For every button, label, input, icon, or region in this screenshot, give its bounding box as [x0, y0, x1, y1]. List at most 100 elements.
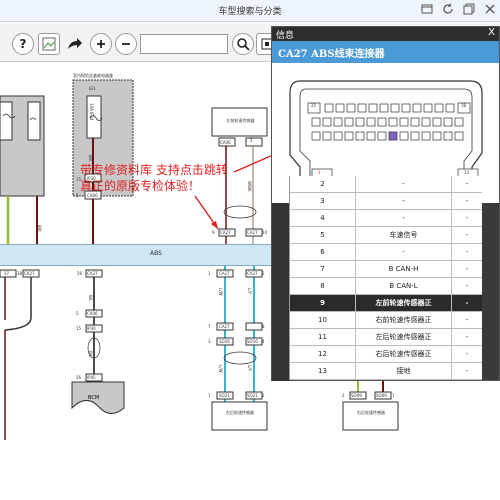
connector-so09-left: SO09 [351, 393, 362, 398]
connector-pin-1: 1 [318, 170, 321, 175]
table-row[interactable]: 7B CAN-H - [290, 261, 482, 278]
connector-cavity [399, 117, 409, 127]
fuse-id-label: IG1 [89, 86, 96, 91]
connector-cavity [443, 117, 453, 127]
wire-bk-upper: B/K [88, 155, 93, 162]
connector-cavity [445, 103, 455, 113]
table-cell-extra: - [465, 350, 469, 358]
connector-cavity [423, 103, 433, 113]
connector-cavity [377, 131, 387, 141]
zoom-in-icon[interactable] [90, 33, 112, 55]
table-row[interactable]: 12 右后轮速传感器正 - [290, 346, 482, 363]
pin-4-label: 4 [262, 339, 265, 344]
connector-cavity [333, 131, 343, 141]
wire-ly-upper: L/Y [247, 288, 252, 295]
table-cell-extra: - [465, 197, 469, 205]
zoom-out-icon[interactable] [115, 33, 137, 55]
image-icon[interactable] [38, 33, 60, 55]
wire-bk-left: B/K [37, 225, 42, 232]
connector-cavity [335, 103, 345, 113]
abs-module-band[interactable]: ABS [0, 244, 271, 266]
search-input[interactable] [140, 34, 228, 54]
search-icon[interactable] [232, 33, 254, 55]
pin-26-label: 26 [77, 271, 83, 276]
pin-1-so09: 1 [392, 393, 395, 398]
table-row[interactable]: 6-- [290, 244, 482, 261]
connector-ca27-left: CA27 [220, 230, 231, 235]
pin-5-upper: 5 [76, 193, 79, 198]
pin-15-lower: 15 [76, 326, 82, 331]
popup-title: CA27 ABS线束连接器 [272, 41, 499, 63]
table-cell-pin: 3 [290, 193, 356, 209]
wire-bl-lower: B/L [88, 351, 93, 358]
annotation-line-2: 真正的原版专检体验！ [80, 179, 201, 193]
pin-8-label: 8 [262, 324, 265, 329]
connector-cavity [368, 103, 378, 113]
pin-3-label: 3 [208, 339, 211, 344]
refresh-icon[interactable] [441, 3, 455, 17]
connector-cavity [454, 117, 464, 127]
pin-26-lower: 26 [76, 375, 82, 380]
table-cell-name: 接地 [356, 363, 452, 379]
window-titlebar: 车型搜索与分类 [0, 0, 500, 22]
connector-cavity [346, 103, 356, 113]
table-cell-name: - [356, 210, 452, 226]
table-cell-extra: - [465, 333, 469, 341]
help-icon[interactable]: ? [12, 33, 34, 55]
table-cell-pin: 12 [290, 346, 356, 362]
connector-cavity [333, 117, 343, 127]
table-cell-pin: 5 [290, 227, 356, 243]
table-row[interactable]: 5 车速信号 - [290, 227, 482, 244]
connector-cavity [399, 131, 409, 141]
connector-cavity [412, 103, 422, 113]
connector-ip45: IP45 [87, 375, 96, 380]
bcm-label: BCM [88, 395, 100, 401]
connector-pin-38: 38 [461, 103, 467, 108]
fullscreen-icon[interactable] [420, 3, 434, 17]
popup-close-icon[interactable]: X [488, 27, 495, 38]
wire-bl-upper: B/L [88, 295, 93, 302]
connector-cavity [366, 131, 376, 141]
table-cell-extra: - [465, 316, 469, 324]
close-icon[interactable] [483, 3, 497, 17]
connector-cavity [390, 103, 400, 113]
connector-so16-right: SO16 [247, 339, 258, 344]
table-cell-extra: - [465, 231, 469, 239]
connector-cavity [410, 131, 420, 141]
wire-ly-lower: L/Y [247, 365, 252, 372]
connector-ip30-lower: IP30 [87, 326, 96, 331]
connector-cavity [311, 117, 321, 127]
connector-cavity [432, 131, 442, 141]
table-cell-name: - [356, 176, 452, 192]
table-row[interactable]: 9 左前轮速传感器正 - [290, 295, 482, 312]
table-cell-pin: 4 [290, 210, 356, 226]
table-cell-extra: - [465, 248, 469, 256]
table-row[interactable]: 2-- [290, 176, 482, 193]
fuse-rating-label: 10A IF24 [89, 103, 94, 121]
table-cell-name: 左前轮速传感器正 [356, 295, 452, 311]
pin-2-so21: 2 [262, 393, 265, 398]
connector-pin-25: 25 [311, 103, 317, 108]
table-row[interactable]: 10 右前轮速传感器正 - [290, 312, 482, 329]
pin-2-rear: 2 [262, 271, 265, 276]
table-cell-name: 车速信号 [356, 227, 452, 243]
table-row[interactable]: 3-- [290, 193, 482, 210]
table-row[interactable]: 4-- [290, 210, 482, 227]
connector-cavity [357, 103, 367, 113]
pin-definition-table[interactable]: 2- -3- -4- -5 车速信号 -6- -7 B CAN-H -8 B CAN-L -9 左前轮… [289, 176, 482, 380]
share-icon[interactable] [64, 33, 86, 55]
table-row[interactable]: 8B CAN-L - [290, 278, 482, 295]
table-cell-pin: 10 [290, 312, 356, 328]
popup-header: 信息 X [272, 27, 499, 41]
table-cell-pin: 7 [290, 261, 356, 277]
table-cell-pin: 6 [290, 244, 356, 260]
table-row[interactable]: 11 左后轮速传感器正 - [290, 329, 482, 346]
table-cell-extra: - [465, 299, 469, 307]
table-cell-name: B CAN-L [356, 278, 452, 294]
table-row[interactable]: 13 接地 - [290, 363, 482, 380]
connector-cavity [443, 131, 453, 141]
restore-icon[interactable] [462, 3, 476, 17]
connector-cavity [379, 103, 389, 113]
connector-so21-left: SO21 [219, 393, 230, 398]
connector-cavity [388, 117, 398, 127]
